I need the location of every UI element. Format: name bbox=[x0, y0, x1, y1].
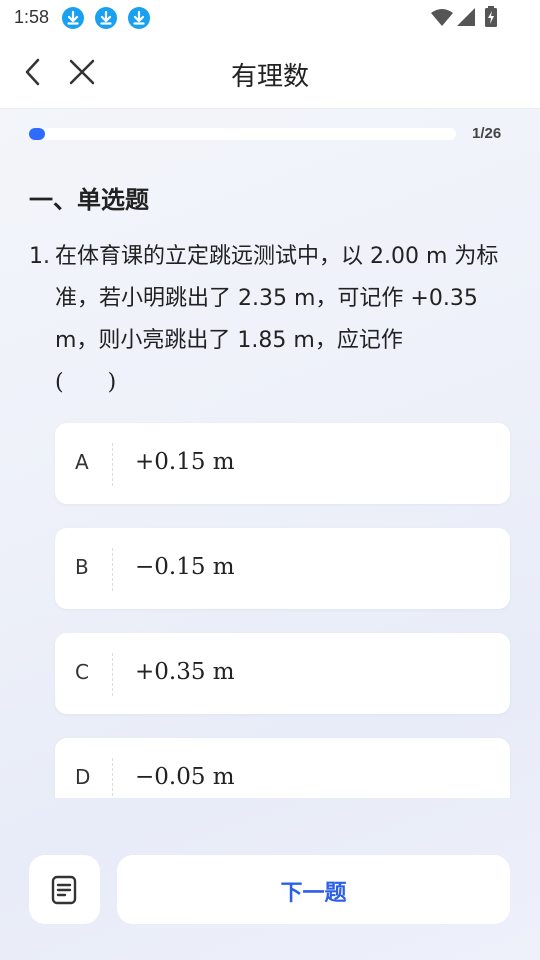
option-text: +0.35 m bbox=[135, 659, 235, 685]
option-letter: C bbox=[75, 660, 89, 684]
option-text: −0.15 m bbox=[135, 554, 235, 580]
option-c[interactable]: C +0.35 m bbox=[55, 633, 510, 714]
option-divider bbox=[112, 443, 113, 486]
answer-sheet-icon bbox=[51, 875, 77, 905]
option-b[interactable]: B −0.15 m bbox=[55, 528, 510, 609]
option-divider bbox=[112, 758, 113, 798]
option-a[interactable]: A +0.15 m bbox=[55, 423, 510, 504]
option-divider bbox=[112, 653, 113, 696]
answer-sheet-button[interactable] bbox=[29, 855, 100, 924]
option-d[interactable]: D −0.05 m bbox=[55, 738, 510, 798]
option-letter: B bbox=[75, 555, 89, 579]
option-text: −0.05 m bbox=[135, 764, 235, 790]
option-letter: A bbox=[75, 450, 89, 474]
next-question-button[interactable]: 下一题 bbox=[117, 855, 510, 924]
option-text: +0.15 m bbox=[135, 449, 235, 475]
option-letter: D bbox=[75, 765, 91, 789]
options-scroll-area: A +0.15 m B −0.15 m C +0.35 m D −0.05 m bbox=[0, 0, 540, 798]
option-divider bbox=[112, 548, 113, 591]
next-question-label: 下一题 bbox=[280, 881, 347, 906]
